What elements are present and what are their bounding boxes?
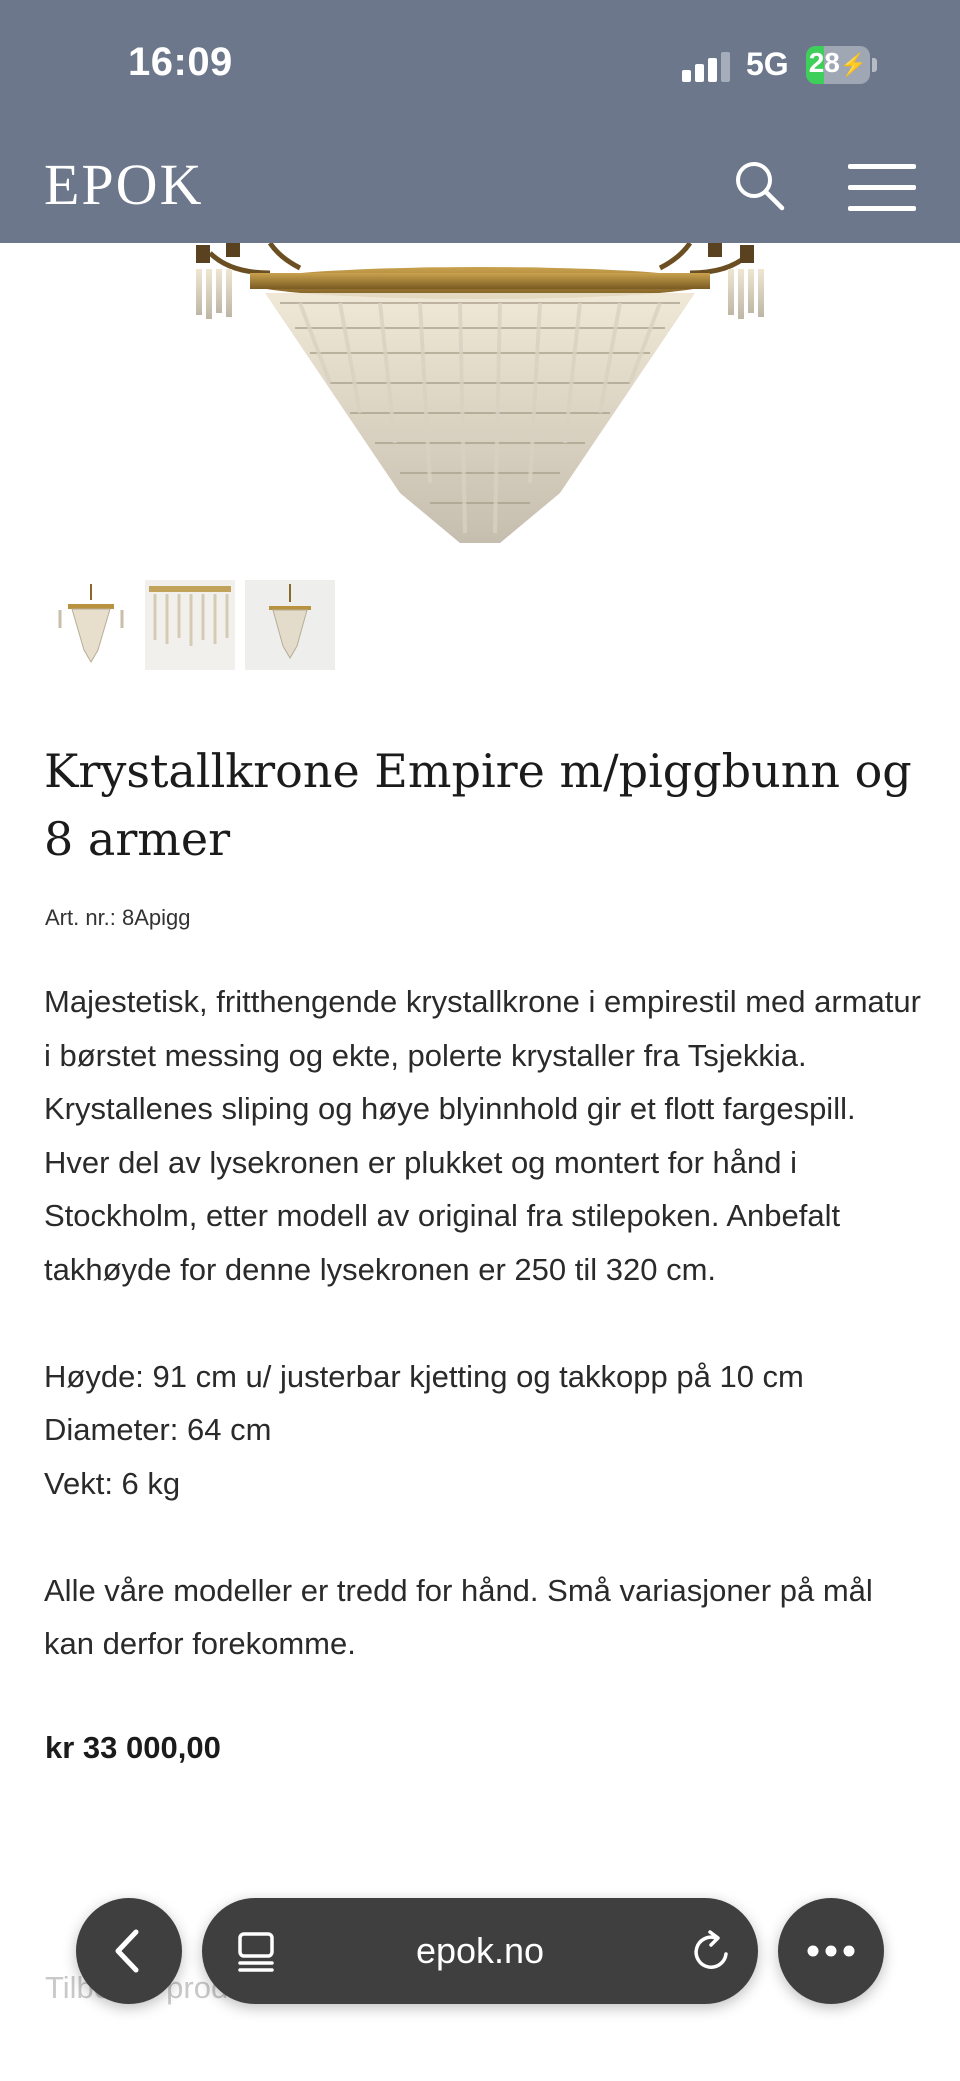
reload-icon[interactable]: [690, 1928, 734, 1974]
chandelier-thumbnail-2[interactable]: [145, 580, 235, 670]
chandelier-image: [0, 241, 960, 563]
description-paragraph: Majestetisk, fritthengende krystallkrone…: [44, 984, 921, 1287]
status-time: 16:09: [128, 40, 233, 84]
product-price: kr 33 000,00: [45, 1730, 221, 1765]
browser-back-button[interactable]: [76, 1898, 182, 2004]
battery-level: 28: [808, 47, 840, 78]
url-text[interactable]: epok.no: [202, 1930, 758, 1972]
address-bar[interactable]: epok.no: [202, 1898, 758, 2004]
hamburger-menu-icon[interactable]: [848, 164, 916, 212]
spec-height: Høyde: 91 cm u/ justerbar kjetting og ta…: [44, 1358, 804, 1394]
spec-diameter: Diameter: 64 cm: [44, 1412, 272, 1447]
more-options-button[interactable]: [778, 1898, 884, 2004]
site-logo[interactable]: EPOK: [44, 156, 203, 214]
battery-tip: [872, 58, 877, 72]
product-description: Majestetisk, fritthengende krystallkrone…: [44, 975, 924, 1671]
site-header: 16:09 5G 28⚡ EPOK: [0, 0, 960, 243]
chandelier-thumbnail-3[interactable]: [245, 580, 335, 670]
chandelier-thumbnail-1[interactable]: [46, 580, 136, 670]
more-dots-icon: [807, 1945, 855, 1957]
chevron-left-icon: [115, 1929, 139, 1973]
network-label: 5G: [746, 46, 789, 82]
signal-icon: [682, 52, 730, 82]
spec-weight: Vekt: 6 kg: [44, 1465, 181, 1501]
handmade-note: Alle våre modeller er tredd for hånd. Sm…: [44, 1572, 873, 1662]
battery-icon: 28⚡: [806, 46, 870, 84]
product-title: Krystallkrone Empire m/piggbunn og 8 arm…: [44, 744, 912, 866]
search-icon[interactable]: [732, 158, 788, 214]
article-number: Art. nr.: 8Apigg: [45, 905, 191, 930]
